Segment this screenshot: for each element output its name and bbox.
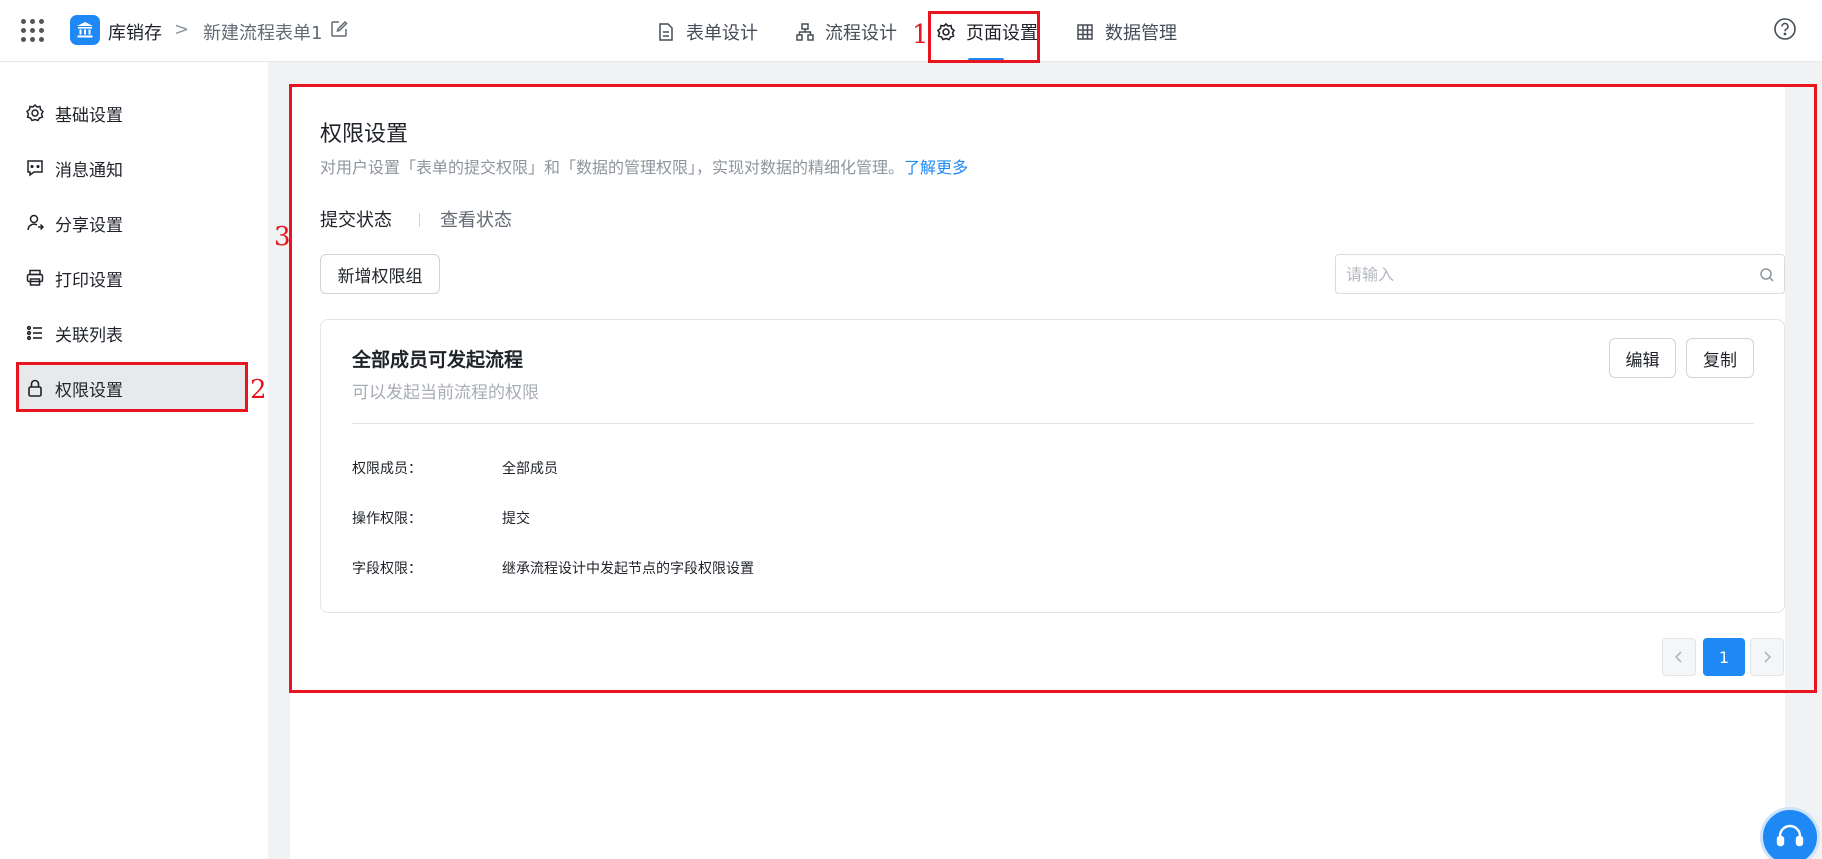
sidebar-item-label: 关联列表 [55,325,123,346]
document-icon [656,22,676,42]
top-bar: 库销存 > 新建流程表单1 表单设计 流程设计 页面设置 数据管理 [0,0,1822,62]
tab-data-management[interactable]: 数据管理 [1075,18,1177,46]
annotation-box-2 [16,362,248,412]
flow-icon [795,22,815,42]
tab-label: 表单设计 [686,23,758,44]
sidebar-item-label: 分享设置 [55,215,123,236]
sidebar-item-print-settings[interactable]: 打印设置 [16,254,246,302]
message-icon [25,158,45,178]
share-user-icon [25,213,45,233]
headset-icon [1776,824,1804,847]
customer-service-button[interactable] [1760,807,1820,859]
sidebar-item-label: 基础设置 [55,105,123,126]
form-name[interactable]: 新建流程表单1 [203,19,322,45]
annotation-box-3 [289,84,1817,693]
app-grid-icon[interactable] [21,19,45,43]
breadcrumb-separator-icon: > [174,19,190,40]
annotation-number-2: 2 [250,375,267,405]
sidebar-item-share-settings[interactable]: 分享设置 [16,199,246,247]
tab-form-design[interactable]: 表单设计 [656,18,758,46]
sidebar-item-basic-settings[interactable]: 基础设置 [16,89,246,137]
tab-label: 数据管理 [1105,23,1177,44]
edit-icon[interactable] [330,20,348,38]
sidebar: 基础设置 消息通知 分享设置 打印设置 关联列表 权限设置 [0,62,268,859]
app-name[interactable]: 库销存 [108,19,162,45]
sidebar-item-related-list[interactable]: 关联列表 [16,309,246,357]
sidebar-item-label: 打印设置 [55,270,123,291]
annotation-number-3: 3 [274,222,291,252]
grid-icon [1075,22,1095,42]
help-icon[interactable] [1773,17,1797,41]
tab-label: 流程设计 [825,23,897,44]
sidebar-item-notifications[interactable]: 消息通知 [16,144,246,192]
annotation-number-1: 1 [912,20,929,50]
printer-icon [25,268,45,288]
gear-icon [25,103,45,123]
tab-flow-design[interactable]: 流程设计 [795,18,897,46]
list-icon [25,323,45,343]
sidebar-item-label: 消息通知 [55,160,123,181]
annotation-box-1 [928,11,1040,63]
app-logo-icon [70,15,100,45]
